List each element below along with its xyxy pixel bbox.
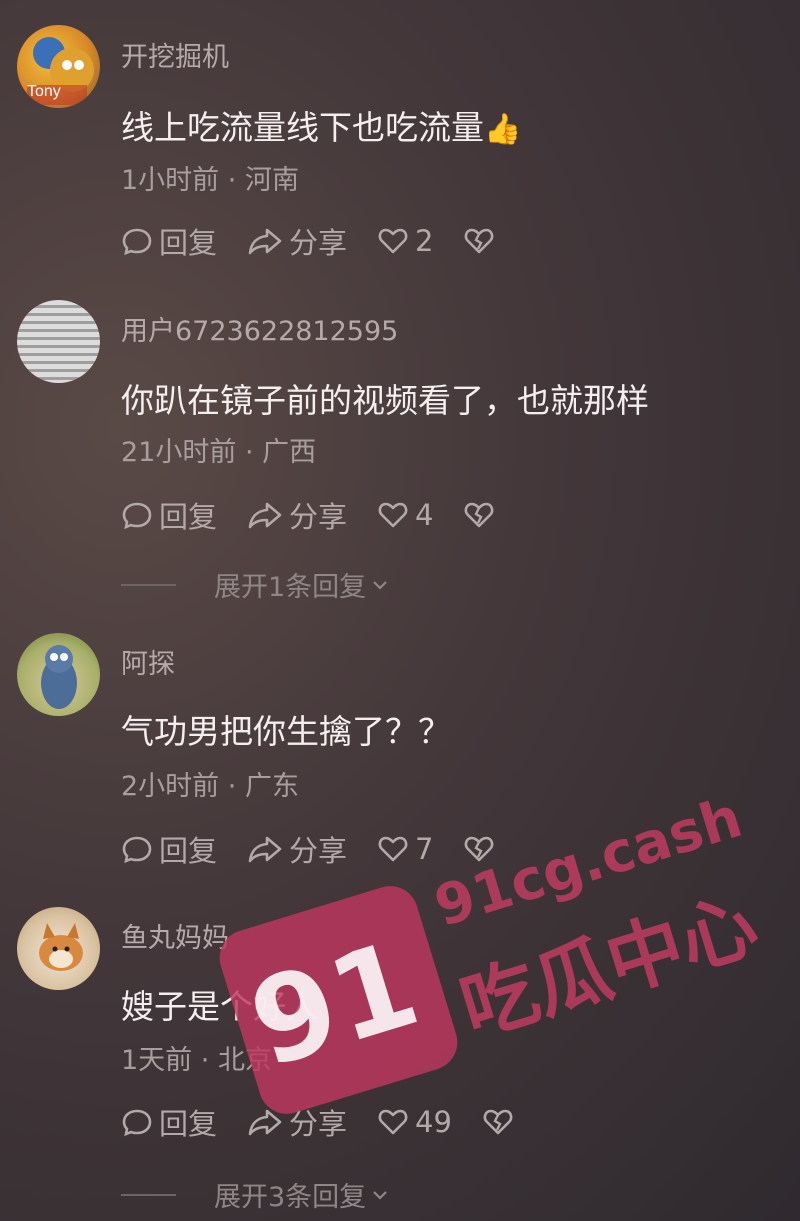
thumbs-up-emoji: 👍 [484, 112, 522, 147]
separator: · [227, 165, 237, 196]
share-icon [248, 502, 282, 529]
broken-heart-icon [483, 1109, 513, 1135]
comment-text: 你趴在镜子前的视频看了，也就那样 [121, 381, 649, 420]
heart-icon [378, 836, 408, 862]
broken-heart-icon [465, 228, 494, 254]
dislike-button[interactable] [482, 1106, 520, 1138]
dislike-button[interactable] [463, 499, 501, 531]
expand-replies-button[interactable]: 展开3条回复 [121, 1175, 390, 1214]
like-count: 2 [415, 224, 434, 258]
like-button[interactable]: 4 [377, 498, 433, 532]
expand-replies-button[interactable]: 展开1条回复 [121, 565, 390, 604]
comment-actions: 回复 分享 2 [121, 221, 531, 261]
cartoon-cat-avatar-icon [41, 645, 77, 709]
comment-icon [122, 836, 152, 864]
comment-time: 2小时前 [121, 771, 220, 802]
heart-icon [378, 502, 408, 528]
comment-text: 线上吃流量线下也吃流量👍 [121, 108, 522, 147]
comment-username[interactable]: 阿探 [121, 642, 175, 681]
comment-meta: 2小时前 · 广东 [121, 764, 299, 803]
avatar[interactable] [17, 300, 100, 383]
like-button[interactable]: 49 [377, 1105, 452, 1139]
comment-username[interactable]: 开挖掘机 [121, 35, 229, 74]
heart-icon [378, 228, 408, 254]
avatar[interactable] [17, 633, 100, 716]
avatar[interactable] [17, 907, 100, 990]
avatar[interactable]: Tony [17, 25, 100, 108]
comment-actions: 回复 分享 4 [121, 495, 531, 535]
comment-actions: 回复 分享 7 [121, 829, 531, 869]
comment-time: 21小时前 [121, 437, 237, 468]
chevron-down-icon [373, 1190, 387, 1200]
share-button[interactable]: 分享 [247, 494, 347, 536]
comment-icon [122, 502, 152, 530]
dog-avatar-icon [39, 923, 83, 971]
comment-text: 气功男把你生擒了？？ [121, 712, 451, 751]
like-count: 49 [415, 1105, 452, 1139]
comment-location: 广西 [262, 437, 317, 468]
like-count: 7 [415, 832, 434, 866]
separator: · [227, 771, 237, 802]
share-button[interactable]: 分享 [247, 828, 347, 870]
comment-icon [122, 228, 152, 256]
comment-meta: 1小时前 · 河南 [121, 158, 299, 197]
share-icon [248, 836, 282, 863]
comment-time: 1天前 [121, 1045, 193, 1076]
comment-location: 广东 [244, 771, 299, 802]
comment-meta: 21小时前 · 广西 [121, 430, 316, 469]
reply-button[interactable]: 回复 [121, 1101, 217, 1143]
chevron-down-icon [373, 580, 387, 590]
expand-replies-label: 展开3条回复 [214, 1182, 367, 1213]
comment-actions: 回复 分享 49 [121, 1102, 550, 1142]
share-icon [248, 228, 282, 255]
like-count: 4 [415, 498, 434, 532]
separator: · [200, 1045, 210, 1076]
comment-location: 河南 [244, 165, 299, 196]
comment-username[interactable]: 鱼丸妈妈 [121, 916, 229, 955]
reply-button[interactable]: 回复 [121, 828, 217, 870]
broken-heart-icon [465, 502, 494, 528]
avatar-label: Tony [27, 83, 61, 100]
reply-button[interactable]: 回复 [121, 494, 217, 536]
comment-username[interactable]: 用户6723622812595 [121, 309, 398, 348]
heart-icon [378, 1109, 408, 1135]
reply-button[interactable]: 回复 [121, 220, 217, 262]
comment-time: 1小时前 [121, 165, 220, 196]
comment-icon [122, 1109, 152, 1137]
like-button[interactable]: 7 [377, 832, 433, 866]
divider [121, 1193, 176, 1196]
dislike-button[interactable] [463, 225, 501, 257]
divider [121, 583, 176, 586]
like-button[interactable]: 2 [377, 224, 433, 258]
separator: · [244, 437, 254, 468]
share-button[interactable]: 分享 [247, 220, 347, 262]
expand-replies-label: 展开1条回复 [214, 572, 367, 603]
